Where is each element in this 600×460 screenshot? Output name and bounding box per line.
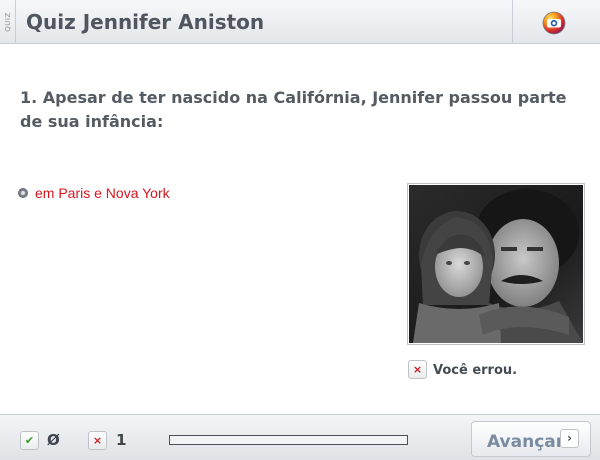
answer-option-label[interactable]: em Paris e Nova York [35, 185, 170, 201]
page-title: Quiz Jennifer Aniston [26, 10, 265, 34]
wrong-x-icon: × [408, 360, 427, 379]
quiz-side-tag: QUIZ [0, 0, 16, 44]
progress-bar [169, 435, 408, 445]
question-photo [407, 183, 585, 345]
result-text: Você errou. [433, 363, 518, 378]
header-bar: QUIZ Quiz Jennifer Aniston [0, 0, 600, 44]
photo-image [409, 185, 583, 343]
footer-bar: ✔ Ø × 1 Avançar › [0, 414, 600, 460]
radio-selected-icon[interactable] [18, 188, 28, 198]
globo-logo-icon [542, 11, 566, 35]
chevron-right-icon[interactable]: › [560, 429, 579, 448]
correct-count: Ø [47, 431, 60, 449]
correct-check-icon: ✔ [20, 431, 39, 450]
wrong-count-icon: × [88, 431, 107, 450]
question-text: 1. Apesar de ter nascido na Califórnia, … [20, 88, 567, 131]
next-button[interactable]: Avançar › [471, 421, 591, 457]
wrong-count: 1 [116, 431, 127, 449]
next-button-label[interactable]: Avançar [487, 432, 564, 452]
quiz-side-tag-label: QUIZ [4, 12, 12, 32]
logo-area [512, 0, 600, 44]
